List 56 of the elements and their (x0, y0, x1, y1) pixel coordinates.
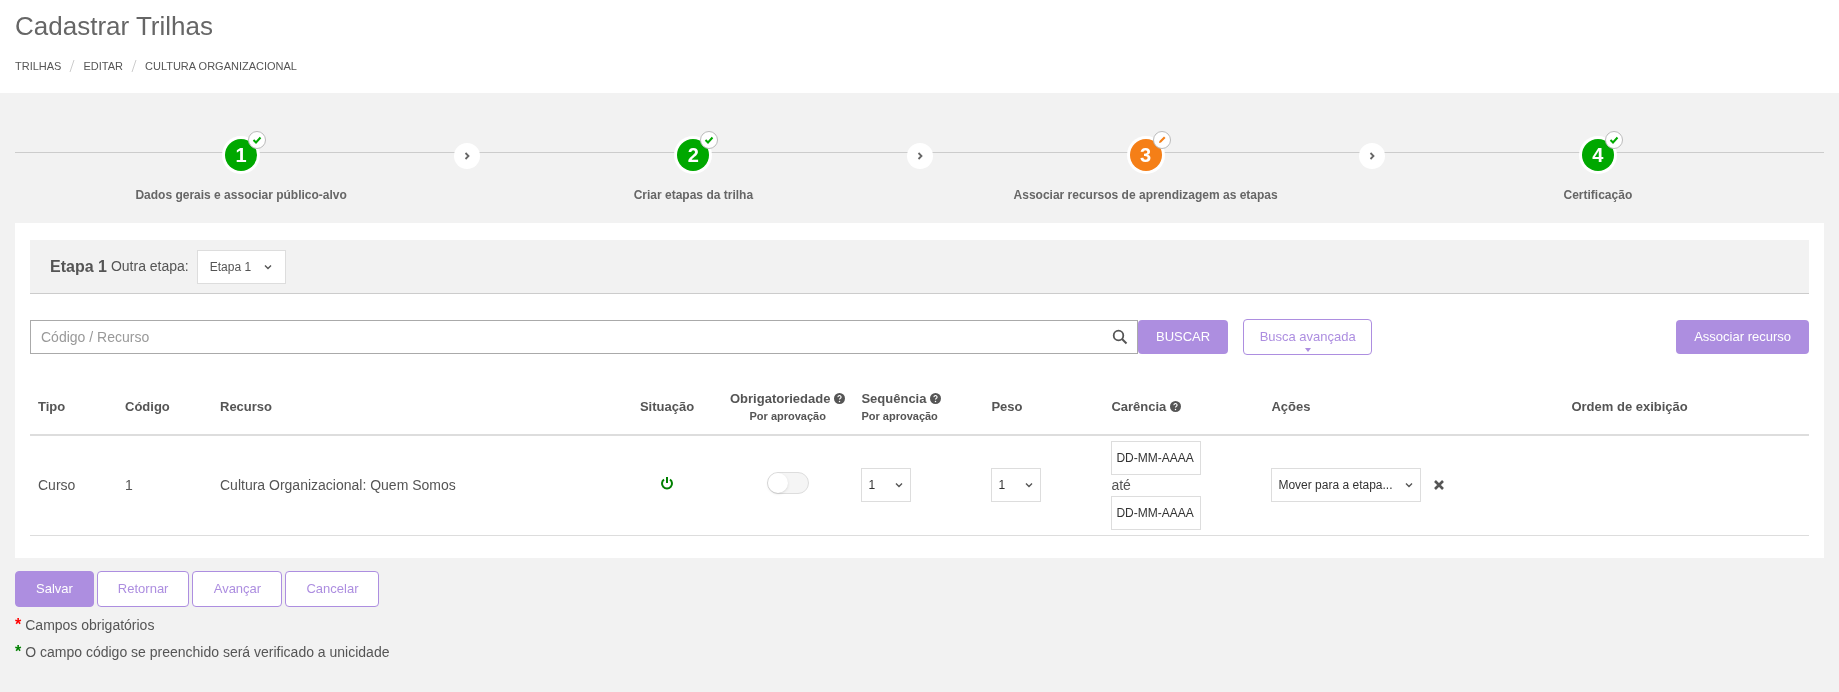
column-header: Obrigatoriedade (730, 389, 831, 408)
page-title: Cadastrar Trilhas (15, 10, 214, 42)
sequence-select[interactable]: 1 (861, 468, 912, 503)
advanced-search-button[interactable]: Busca avançada (1243, 319, 1373, 355)
other-stage-label: Outra etapa: (110, 257, 189, 276)
column-header: Peso (991, 397, 1023, 416)
step-label: Associar recursos de aprendizagem as etapas (1013, 187, 1278, 204)
caret-icon (1305, 348, 1312, 352)
note-text: Campos obrigatórios (25, 615, 155, 635)
column-subheader: Por aprovação (748, 409, 827, 424)
breadcrumb-link[interactable]: CULTURA ORGANIZACIONAL (145, 58, 297, 75)
column-header: Tipo (38, 397, 66, 416)
column-header: Situação (639, 397, 695, 416)
weight-select[interactable]: 1 (991, 468, 1042, 503)
column-header: Recurso (220, 397, 273, 416)
help-icon (930, 392, 942, 404)
step-label: Dados gerais e associar público-alvo (135, 187, 347, 204)
associate-resource-button[interactable]: Associar recurso (1676, 320, 1809, 354)
chevron-right-icon (1358, 143, 1385, 169)
step-label: Certificação (1563, 187, 1633, 204)
date-field[interactable]: DD-MM-AAAA (1111, 495, 1202, 530)
action-button[interactable]: Cancelar (285, 570, 380, 607)
separator-icon (131, 60, 137, 73)
column-subheader: Por aprovação (861, 409, 939, 424)
note-text: O campo código se preenchido será verificado a unicidade (25, 642, 390, 662)
column-header: Ordem de exibição (1571, 397, 1688, 416)
step-label: Criar etapas da trilha (633, 187, 754, 204)
search-field[interactable]: Código / Recurso (30, 320, 1138, 354)
breadcrumb-link[interactable]: EDITAR (83, 58, 123, 75)
column-header: Ações (1271, 397, 1311, 416)
action-button[interactable]: Retornar (96, 570, 190, 607)
stage-select[interactable]: Etapa 1 (196, 249, 287, 284)
chevron-right-icon (906, 143, 933, 169)
date-separator: até (1111, 475, 1132, 495)
move-stage-select[interactable]: Mover para a etapa... (1271, 468, 1422, 503)
breadcrumb-link[interactable]: TRILHAS (15, 58, 62, 75)
column-header: Sequência (861, 389, 927, 408)
chevron-right-icon (454, 143, 481, 169)
stage-title: Etapa 1 (50, 256, 107, 277)
toggle-switch[interactable] (766, 472, 809, 494)
asterisk-mark: * (15, 614, 22, 635)
separator-icon (69, 60, 76, 73)
table-cell: Cultura Organizacional: Quem Somos (220, 476, 456, 493)
table-cell: 1 (125, 476, 133, 493)
date-field[interactable]: DD-MM-AAAA (1111, 440, 1202, 475)
help-icon (834, 392, 846, 404)
search-button[interactable]: BUSCAR (1138, 320, 1229, 354)
action-button[interactable]: Salvar (15, 570, 94, 607)
asterisk-mark: * (15, 641, 22, 662)
action-button[interactable]: Avançar (192, 570, 283, 607)
help-icon (1170, 401, 1182, 412)
search-icon (1112, 329, 1128, 345)
table-cell: Curso (38, 476, 76, 493)
column-header: Código (125, 397, 170, 416)
column-header: Carência (1111, 397, 1167, 416)
close-icon[interactable] (1433, 479, 1446, 492)
